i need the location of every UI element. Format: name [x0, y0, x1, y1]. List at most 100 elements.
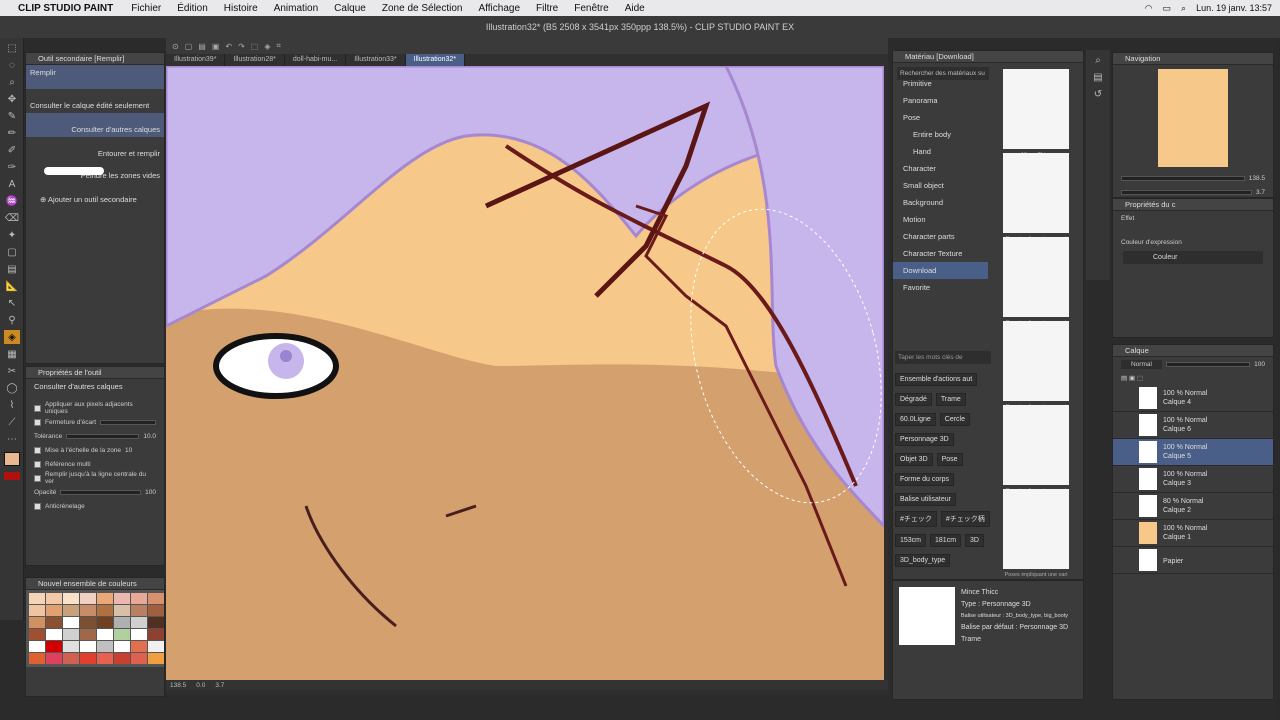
subtool-item-2[interactable]: Consulter d'autres calques: [26, 113, 164, 137]
tag-button[interactable]: Pose: [936, 453, 963, 466]
color-swatch[interactable]: [97, 641, 113, 652]
subtool-item-4[interactable]: Peindre les zones vides: [26, 161, 164, 185]
tolerance-slider[interactable]: [66, 433, 140, 439]
menu-calque[interactable]: Calque: [334, 3, 366, 14]
search-panel-icon[interactable]: ⌕: [1090, 53, 1106, 67]
tolerance-value[interactable]: 10.0: [143, 433, 156, 440]
color-swatch[interactable]: [148, 617, 164, 628]
category-item[interactable]: Hand: [893, 143, 988, 160]
blend-tool-icon[interactable]: ♒: [4, 194, 20, 208]
subtool-item-3[interactable]: Entourer et remplir: [26, 137, 164, 161]
decoration-tool-icon[interactable]: ✦: [4, 228, 20, 242]
color-swatch[interactable]: [131, 593, 147, 604]
opacity-value[interactable]: 100: [145, 489, 156, 496]
main-color-swatch[interactable]: [4, 452, 20, 466]
clock[interactable]: Lun. 19 janv. 13:57: [1196, 3, 1272, 13]
category-item[interactable]: Small object: [893, 177, 988, 194]
adjacent-checkbox[interactable]: [34, 404, 41, 412]
subtool-active[interactable]: Remplir: [26, 65, 164, 89]
move-tool-icon[interactable]: ✥: [4, 92, 20, 106]
tag-button[interactable]: Personnage 3D: [895, 433, 954, 446]
airbrush-tool-icon[interactable]: ✑: [4, 160, 20, 174]
operation-tool-icon[interactable]: ↖: [4, 296, 20, 310]
color-swatch[interactable]: [63, 605, 79, 616]
category-item[interactable]: Pose: [893, 109, 988, 126]
color-swatch[interactable]: [29, 605, 45, 616]
fill-tool-icon[interactable]: ◈: [4, 330, 20, 344]
gradient-tool-icon[interactable]: ▦: [4, 347, 20, 361]
zoom-tool-icon[interactable]: ⌕: [4, 75, 20, 89]
color-swatch[interactable]: [46, 593, 62, 604]
line-correct-tool-icon[interactable]: ⌇: [4, 398, 20, 412]
ruler-icon[interactable]: ⌗: [277, 41, 282, 51]
color-swatch[interactable]: [148, 653, 164, 664]
layer-opacity-slider[interactable]: [1165, 361, 1251, 367]
reference-checkbox[interactable]: [34, 460, 41, 468]
category-item[interactable]: Character: [893, 160, 988, 177]
color-swatch[interactable]: [29, 617, 45, 628]
save-icon[interactable]: ▣: [212, 42, 220, 51]
tag-button[interactable]: Dégradé: [895, 393, 932, 406]
color-swatch[interactable]: [46, 605, 62, 616]
doc-tab[interactable]: Illustration33*: [346, 54, 406, 66]
color-swatch[interactable]: [97, 617, 113, 628]
material-thumb[interactable]: Pose impliquant une vari: [1003, 405, 1069, 494]
color-swatch[interactable]: [114, 641, 130, 652]
color-swatch[interactable]: [29, 641, 45, 652]
pencil-tool-icon[interactable]: ✏: [4, 126, 20, 140]
color-swatch[interactable]: [131, 605, 147, 616]
color-swatch[interactable]: [63, 593, 79, 604]
color-swatch[interactable]: [114, 605, 130, 616]
color-swatch[interactable]: [80, 593, 96, 604]
props-expr-select[interactable]: Couleur: [1123, 251, 1263, 264]
eyedropper-tool-icon[interactable]: ⚲: [4, 313, 20, 327]
color-swatch[interactable]: [29, 593, 45, 604]
color-swatch[interactable]: [97, 653, 113, 664]
history-icon[interactable]: ↺: [1090, 87, 1106, 101]
color-set-name[interactable]: Nouvel ensemble de couleurs: [26, 578, 164, 590]
tag-button[interactable]: Balise utilisateur: [895, 493, 956, 506]
doc-tab[interactable]: doll-habi-mu...: [285, 54, 347, 66]
material-thumb[interactable]: Pose impliquant une vari: [1003, 153, 1069, 242]
category-item[interactable]: Motion: [893, 211, 988, 228]
tag-button[interactable]: 181cm: [930, 534, 962, 547]
menu-fichier[interactable]: Fichier: [131, 3, 161, 14]
color-swatch[interactable]: [97, 629, 113, 640]
color-swatch[interactable]: [131, 629, 147, 640]
color-swatch[interactable]: [63, 629, 79, 640]
nav-zoom-slider[interactable]: [1121, 175, 1245, 181]
layer-row[interactable]: 100 % Normal Calque 4: [1113, 385, 1273, 412]
color-swatch[interactable]: [148, 629, 164, 640]
menu-histoire[interactable]: Histoire: [224, 3, 258, 14]
menu-animation[interactable]: Animation: [274, 3, 318, 14]
redo-icon[interactable]: ↷: [238, 42, 245, 51]
color-swatch[interactable]: [148, 641, 164, 652]
open-icon[interactable]: ▤: [198, 42, 206, 51]
wifi-icon[interactable]: ◠: [1145, 3, 1153, 14]
layer-row[interactable]: 80 % Normal Calque 2: [1113, 493, 1273, 520]
navigation-preview[interactable]: [1158, 69, 1228, 167]
color-swatch[interactable]: [131, 653, 147, 664]
color-swatch[interactable]: [29, 629, 45, 640]
gap-checkbox[interactable]: [34, 418, 41, 426]
material-thumb[interactable]: Poses impliquant une vari: [1003, 489, 1069, 578]
color-swatch[interactable]: [46, 629, 62, 640]
nav-angle[interactable]: 3.7: [1256, 189, 1265, 196]
tag-button[interactable]: Cercle: [939, 413, 970, 426]
navigator-icon[interactable]: ⊙: [172, 42, 179, 51]
color-swatch[interactable]: [63, 617, 79, 628]
pen-tool-icon[interactable]: ✎: [4, 109, 20, 123]
tag-button[interactable]: Objet 3D: [895, 453, 933, 466]
category-item[interactable]: Primitive: [893, 75, 988, 92]
layer-row[interactable]: 100 % Normal Calque 6: [1113, 412, 1273, 439]
tag-button[interactable]: Trame: [935, 393, 966, 406]
menu-selection[interactable]: Zone de Sélection: [382, 3, 463, 14]
app-name[interactable]: CLIP STUDIO PAINT: [18, 3, 113, 14]
ruler-tool-icon[interactable]: 📐: [4, 279, 20, 293]
battery-icon[interactable]: ▭: [1163, 3, 1172, 14]
category-item[interactable]: Entire body: [893, 126, 988, 143]
tag-button[interactable]: 153cm: [895, 534, 927, 547]
menu-fenetre[interactable]: Fenêtre: [574, 3, 608, 14]
selection-tool-icon[interactable]: ⬚: [4, 41, 20, 55]
layer-row[interactable]: 100 % Normal Calque 1: [1113, 520, 1273, 547]
